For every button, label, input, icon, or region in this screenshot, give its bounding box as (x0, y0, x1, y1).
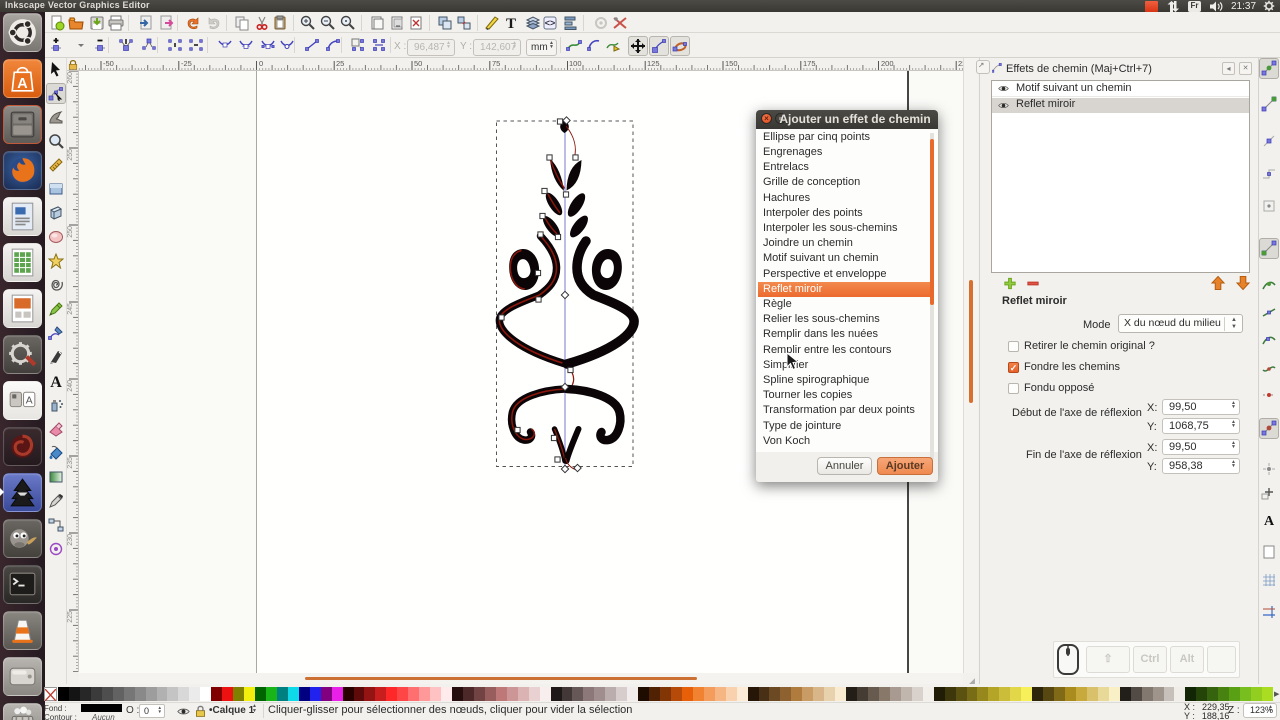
svg-text:-50: -50 (103, 59, 114, 68)
svg-text:A: A (26, 396, 33, 407)
svg-text:230: 230 (67, 534, 74, 546)
svg-text:245: 245 (67, 303, 74, 315)
svg-text:50: 50 (414, 59, 422, 68)
svg-text:175: 175 (803, 59, 816, 68)
svg-text:235: 235 (67, 457, 74, 469)
svg-text:-25: -25 (181, 59, 192, 68)
svg-text:100: 100 (569, 59, 582, 68)
svg-text:<>: <> (545, 18, 556, 28)
svg-text:200: 200 (881, 59, 894, 68)
svg-text:225: 225 (67, 611, 74, 623)
svg-text:A: A (50, 374, 62, 389)
svg-text:125: 125 (647, 59, 660, 68)
svg-text:A: A (1264, 514, 1275, 528)
svg-text:T: T (506, 16, 516, 31)
svg-text:25: 25 (336, 59, 344, 68)
svg-text:0: 0 (259, 59, 263, 68)
svg-text:75: 75 (492, 59, 500, 68)
svg-text:255: 255 (67, 149, 74, 161)
svg-text:250: 250 (67, 226, 74, 238)
svg-text:A: A (17, 76, 27, 92)
svg-text:240: 240 (67, 380, 74, 392)
svg-text:260: 260 (67, 72, 74, 84)
svg-text:150: 150 (725, 59, 738, 68)
